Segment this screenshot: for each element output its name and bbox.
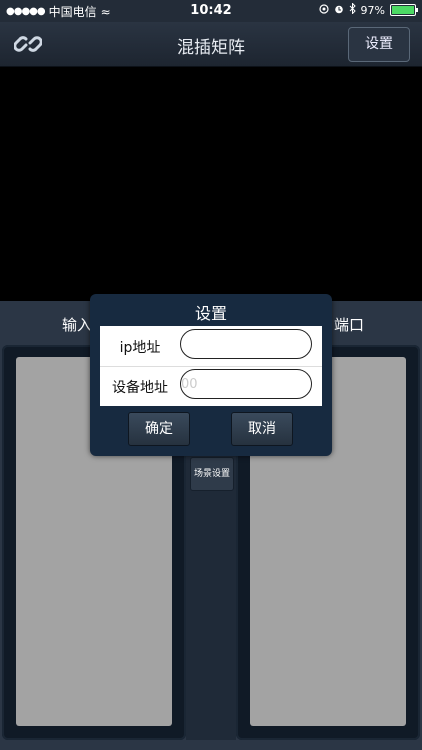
ip-address-input[interactable] (180, 329, 312, 359)
dialog-form: ip地址 设备地址 (100, 326, 322, 406)
settings-dialog: 设置 ip地址 设备地址 确定 取消 (90, 294, 332, 456)
ip-address-label: ip地址 (119, 340, 161, 356)
battery-percent: 97% (360, 3, 385, 17)
input-label: 输入 (62, 316, 93, 334)
settings-button[interactable]: 设置 (348, 27, 410, 62)
device-address-row: 设备地址 (100, 366, 322, 406)
bluetooth-icon (349, 2, 356, 17)
nav-bar: 混插矩阵 设置 (0, 22, 422, 67)
location-icon (318, 3, 329, 17)
ip-address-row: ip地址 (100, 326, 322, 367)
cancel-button[interactable]: 取消 (231, 412, 293, 446)
video-preview (0, 67, 422, 301)
confirm-button[interactable]: 确定 (128, 412, 190, 446)
status-bar: ●●●●● 中国电信 ≈ 10:42 97% (0, 0, 422, 22)
battery-icon (390, 4, 418, 16)
device-address-input[interactable] (180, 369, 312, 399)
dialog-title: 设置 (194, 304, 227, 323)
alarm-icon (334, 4, 344, 17)
device-address-label: 设备地址 (112, 380, 168, 396)
scene-settings-button[interactable]: 场景设置 (190, 457, 234, 491)
output-label: 端口 (333, 316, 364, 334)
